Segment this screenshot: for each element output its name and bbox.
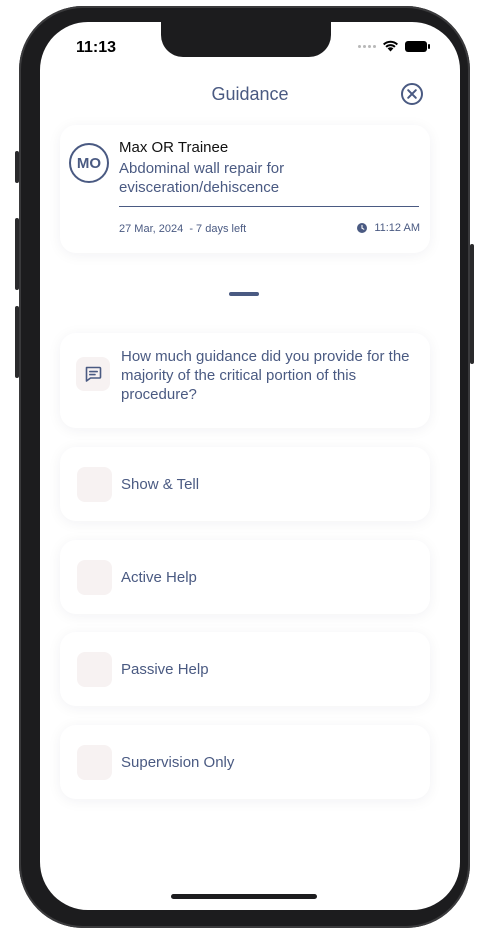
option-passive-help[interactable]: Passive Help [60, 632, 430, 706]
option-label: Show & Tell [121, 476, 200, 493]
time-info: 11:12 AM [357, 222, 420, 234]
option-checkbox[interactable] [77, 560, 112, 595]
option-supervision-only[interactable]: Supervision Only [60, 725, 430, 799]
notch [161, 22, 331, 57]
drag-handle[interactable] [229, 292, 259, 296]
question-card: How much guidance did you provide for th… [60, 333, 430, 428]
option-label: Supervision Only [121, 754, 235, 771]
status-time: 11:13 [76, 39, 117, 56]
trainee-card: MO Max OR Trainee Abdominal wall repair … [60, 125, 430, 253]
option-show-tell[interactable]: Show & Tell [60, 447, 430, 521]
home-indicator[interactable] [171, 894, 317, 899]
battery-icon [405, 40, 430, 52]
side-button-mute [15, 151, 19, 183]
option-checkbox[interactable] [77, 745, 112, 780]
option-active-help[interactable]: Active Help [60, 540, 430, 614]
signal-dots-icon [358, 44, 376, 48]
chat-bubble-icon [76, 357, 110, 391]
due-date: 27 Mar, 2024 - 7 days left [119, 223, 247, 235]
avatar: MO [69, 143, 109, 183]
wifi-icon [383, 40, 398, 52]
clock-icon [357, 223, 368, 233]
option-label: Active Help [121, 569, 197, 586]
app-screen: 11:13 Guidance MO Max OR Trainee Abdomin… [40, 22, 460, 910]
side-button-volume-down [15, 306, 19, 378]
page-title: Guidance [211, 84, 289, 104]
side-button-power [470, 244, 474, 364]
status-icons [358, 40, 430, 52]
divider [119, 206, 419, 207]
option-checkbox[interactable] [77, 467, 112, 502]
time-text: 11:12 AM [374, 222, 420, 234]
close-circle-icon[interactable] [400, 82, 424, 106]
option-label: Passive Help [121, 661, 209, 678]
procedure-name: Abdominal wall repair for evisceration/d… [119, 160, 285, 196]
side-button-volume-up [15, 218, 19, 290]
question-text: How much guidance did you provide for th… [121, 348, 410, 403]
trainee-name: Max OR Trainee [119, 139, 229, 156]
option-checkbox[interactable] [77, 652, 112, 687]
